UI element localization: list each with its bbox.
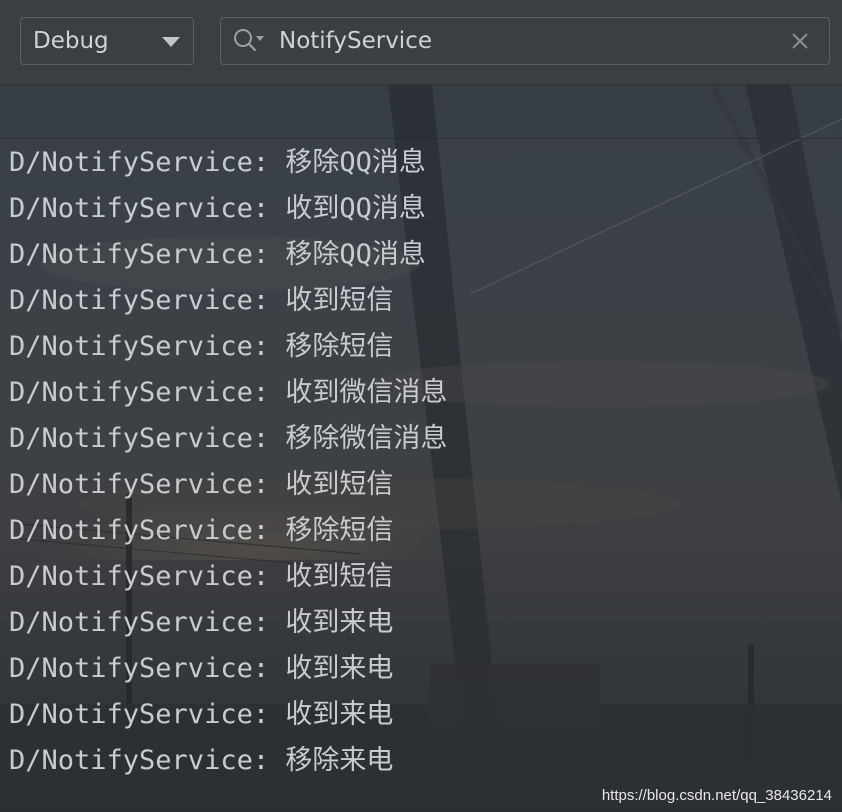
log-message: 收到来电	[285, 607, 394, 638]
log-message: 移除QQ消息	[285, 239, 426, 270]
logcat-toolbar: Debug	[0, 0, 842, 85]
log-message: 收到短信	[285, 561, 394, 592]
log-line[interactable]: D/NotifyService: 收到来电	[9, 605, 447, 651]
log-line[interactable]: D/NotifyService: 收到QQ消息	[9, 191, 447, 237]
log-message: 收到微信消息	[285, 377, 448, 408]
log-line[interactable]: D/NotifyService: 收到来电	[9, 651, 447, 697]
log-line[interactable]: D/NotifyService: 收到来电	[9, 697, 447, 743]
log-line[interactable]: D/NotifyService: 移除来电	[9, 743, 447, 789]
log-tag: D/NotifyService:	[9, 147, 270, 178]
log-message: 移除QQ消息	[285, 147, 426, 178]
log-message: 收到来电	[285, 699, 394, 730]
log-line[interactable]: D/NotifyService: 移除短信	[9, 329, 447, 375]
log-tag: D/NotifyService:	[9, 469, 270, 500]
log-tag: D/NotifyService:	[9, 239, 270, 270]
log-output[interactable]: D/NotifyService: 移除QQ消息 D/NotifyService: …	[0, 138, 842, 812]
log-tag: D/NotifyService:	[9, 377, 270, 408]
watermark-text: https://blog.csdn.net/qq_38436214	[601, 787, 832, 804]
log-line[interactable]: D/NotifyService: 收到微信消息	[9, 375, 447, 421]
log-level-dropdown[interactable]: Debug	[20, 17, 194, 65]
log-line[interactable]: D/NotifyService: 收到短信	[9, 283, 447, 329]
log-level-label: Debug	[33, 28, 109, 54]
log-tag: D/NotifyService:	[9, 653, 270, 684]
search-icon[interactable]	[231, 26, 267, 56]
search-field[interactable]	[220, 17, 830, 65]
log-tag: D/NotifyService:	[9, 699, 270, 730]
log-message: 移除短信	[285, 515, 394, 546]
log-line[interactable]: D/NotifyService: 移除短信	[9, 513, 447, 559]
log-tag: D/NotifyService:	[9, 561, 270, 592]
log-line[interactable]: D/NotifyService: 移除微信消息	[9, 421, 447, 467]
log-line[interactable]: D/NotifyService: 移除QQ消息	[9, 145, 447, 191]
log-message: 移除来电	[285, 745, 394, 776]
log-line[interactable]: D/NotifyService: 收到短信	[9, 559, 447, 605]
log-tag: D/NotifyService:	[9, 423, 270, 454]
log-message: 收到短信	[285, 285, 394, 316]
chevron-down-icon	[162, 37, 180, 47]
logcat-window: Debug D/NotifyService: 移除QQ消息D/Notify	[0, 0, 842, 812]
log-message: 收到QQ消息	[285, 193, 426, 224]
log-tag: D/NotifyService:	[9, 193, 270, 224]
log-line[interactable]: D/NotifyService: 收到短信	[9, 467, 447, 513]
log-tag: D/NotifyService:	[9, 607, 270, 638]
log-message: 收到来电	[285, 653, 394, 684]
search-input[interactable]	[279, 21, 785, 61]
log-tag: D/NotifyService:	[9, 745, 270, 776]
log-message: 移除短信	[285, 331, 394, 362]
log-tag: D/NotifyService:	[9, 515, 270, 546]
log-tag: D/NotifyService:	[9, 285, 270, 316]
close-icon[interactable]	[785, 26, 815, 56]
log-tag: D/NotifyService:	[9, 331, 270, 362]
log-message: 收到短信	[285, 469, 394, 500]
log-line[interactable]: D/NotifyService: 移除QQ消息	[9, 237, 447, 283]
log-list: D/NotifyService: 移除QQ消息 D/NotifyService: …	[9, 145, 447, 789]
log-message: 移除微信消息	[285, 423, 448, 454]
